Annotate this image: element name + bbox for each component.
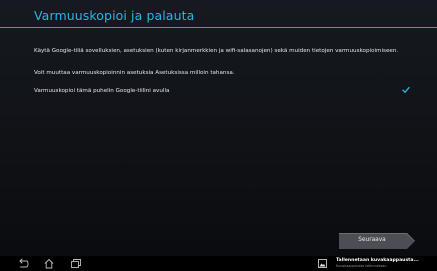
page-title: Varmuuskopioi ja palauta — [34, 8, 195, 23]
settings-info-text: Voit muuttaa varmuuskopioinnin asetuksia… — [34, 70, 235, 76]
system-navigation-bar: Tallennetaan kuvakaappausta... Kuvakaapp… — [0, 256, 437, 271]
back-icon[interactable] — [17, 258, 29, 269]
backup-description: Käytä Google-tiliä sovelluksien, asetuks… — [34, 48, 399, 54]
title-divider — [0, 27, 437, 28]
next-button-label: Seuraava — [358, 237, 386, 243]
next-button[interactable]: Seuraava — [339, 233, 415, 249]
backup-checkbox-check-icon[interactable] — [402, 86, 410, 94]
backup-restore-screen: Varmuuskopioi ja palauta Käytä Google-ti… — [0, 0, 437, 271]
home-icon[interactable] — [43, 258, 55, 269]
notification-subtitle: Kuvakaappausta tallennetaan. — [336, 264, 388, 268]
image-icon — [318, 259, 327, 268]
backup-checkbox-label[interactable]: Varmuuskopioi tämä puhelin Google-tiilin… — [34, 88, 169, 94]
title-bar: Varmuuskopioi ja palauta — [0, 0, 437, 30]
recent-apps-icon[interactable] — [70, 258, 82, 269]
notification-title[interactable]: Tallennetaan kuvakaappausta... — [336, 258, 419, 263]
